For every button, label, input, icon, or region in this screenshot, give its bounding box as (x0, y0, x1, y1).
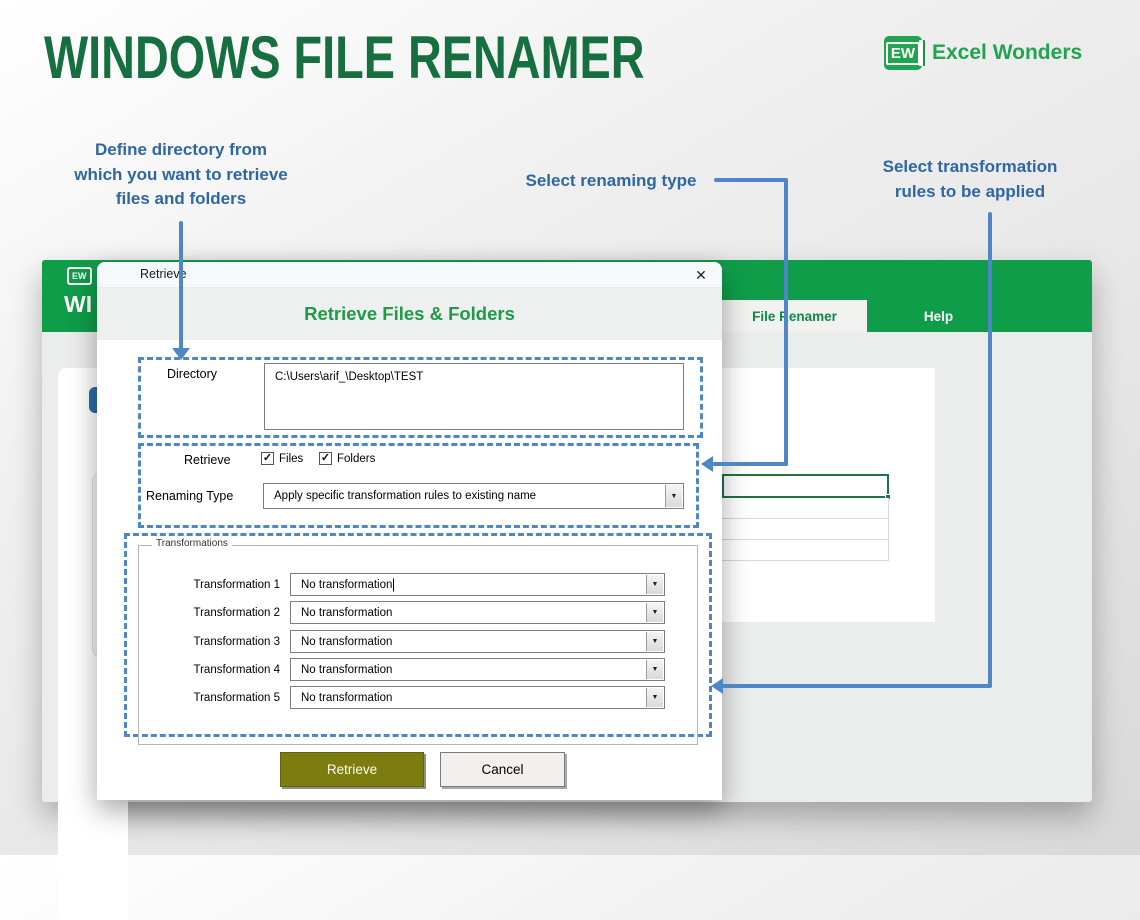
transformation-5-dropdown[interactable]: No transformation ▼ (290, 686, 665, 709)
transformation-row: Transformation 3 No transformation ▼ (187, 630, 665, 653)
transformation-row: Transformation 1 No transformation ▼ (187, 573, 665, 596)
transformation-1-value: No transformation (301, 578, 394, 591)
app-title-partial: WI (64, 291, 92, 318)
transformation-3-value: No transformation (301, 636, 392, 648)
dialog-titlebar[interactable]: Retrieve ✕ (97, 262, 722, 288)
transformation-1-label: Transformation 1 (187, 579, 280, 591)
files-checkbox-row: ✓ Files (261, 452, 303, 465)
page-title: WINDOWS FILE RENAMER (44, 28, 645, 88)
transformations-group-label: Transformations (152, 538, 232, 549)
retrieve-label: Retrieve (184, 453, 231, 467)
grid-row (722, 498, 889, 519)
files-checkbox[interactable]: ✓ (261, 452, 274, 465)
arrow-line-renaming-2 (784, 178, 788, 466)
transformation-3-label: Transformation 3 (187, 636, 280, 648)
annotation-directory: Define directory from which you want to … (69, 138, 293, 212)
close-icon[interactable]: ✕ (690, 265, 712, 285)
transformation-1-text: No transformation (301, 579, 392, 591)
tab-file-renamer[interactable]: File Renamer (722, 300, 867, 332)
dropdown-arrow-icon[interactable]: ▼ (646, 660, 663, 679)
renaming-type-label: Renaming Type (146, 489, 233, 503)
transformation-4-value: No transformation (301, 664, 392, 676)
logo-page-shape (919, 40, 925, 66)
transformation-4-label: Transformation 4 (187, 664, 280, 676)
transformation-2-value: No transformation (301, 607, 392, 619)
transformation-row: Transformation 4 No transformation ▼ (187, 658, 665, 681)
dialog-heading: Retrieve Files & Folders (304, 303, 515, 325)
brand: EW Excel Wonders (884, 36, 1082, 70)
arrowhead-renaming-icon (701, 456, 713, 472)
spreadsheet-area (722, 368, 935, 622)
directory-label: Directory (167, 367, 217, 381)
excel-wonders-logo-icon: EW (884, 36, 922, 70)
grid-row (722, 519, 889, 540)
arrow-line-directory (179, 221, 183, 350)
annotation-renaming-type: Select renaming type (516, 169, 706, 194)
arrow-line-transformations-1 (988, 212, 992, 686)
transformation-1-dropdown[interactable]: No transformation ▼ (290, 573, 665, 596)
folders-checkbox[interactable]: ✓ (319, 452, 332, 465)
transformation-2-dropdown[interactable]: No transformation ▼ (290, 601, 665, 624)
arrow-line-renaming-3 (712, 462, 788, 466)
dropdown-arrow-icon[interactable]: ▼ (646, 688, 663, 707)
transformation-5-value: No transformation (301, 692, 392, 704)
retrieve-dialog: Retrieve ✕ Retrieve Files & Folders Dire… (97, 262, 722, 800)
dropdown-arrow-icon[interactable]: ▼ (646, 575, 663, 594)
folders-checkbox-label: Folders (337, 453, 375, 465)
arrow-line-renaming-1 (714, 178, 788, 182)
dropdown-arrow-icon[interactable]: ▼ (665, 485, 682, 507)
transformation-3-dropdown[interactable]: No transformation ▼ (290, 630, 665, 653)
arrowhead-directory-icon (172, 348, 190, 360)
annotation-transformations: Select transformation rules to be applie… (868, 155, 1072, 204)
dropdown-arrow-icon[interactable]: ▼ (646, 632, 663, 651)
text-cursor (393, 578, 394, 591)
transformation-4-dropdown[interactable]: No transformation ▼ (290, 658, 665, 681)
transformation-row: Transformation 5 No transformation ▼ (187, 686, 665, 709)
renaming-type-dropdown[interactable]: Apply specific transformation rules to e… (263, 483, 684, 509)
app-logo-icon: EW (67, 267, 92, 285)
logo-letters: EW (886, 42, 920, 65)
files-checkbox-label: Files (279, 453, 303, 465)
renaming-type-value: Apply specific transformation rules to e… (274, 490, 536, 502)
cancel-button[interactable]: Cancel (440, 752, 565, 787)
retrieve-button[interactable]: Retrieve (280, 752, 424, 787)
selected-cell[interactable] (722, 474, 889, 498)
arrow-line-transformations-2 (722, 684, 992, 688)
brand-name: Excel Wonders (932, 41, 1082, 65)
arrowhead-transformations-icon (711, 678, 723, 694)
transformation-row: Transformation 2 No transformation ▼ (187, 601, 665, 624)
transformation-5-label: Transformation 5 (187, 692, 280, 704)
dialog-header: Retrieve Files & Folders (97, 288, 722, 340)
folders-checkbox-row: ✓ Folders (319, 452, 375, 465)
directory-input[interactable]: C:\Users\arif_\Desktop\TEST (264, 363, 684, 430)
transformation-2-label: Transformation 2 (187, 607, 280, 619)
grid-row (722, 540, 889, 561)
dropdown-arrow-icon[interactable]: ▼ (646, 603, 663, 622)
